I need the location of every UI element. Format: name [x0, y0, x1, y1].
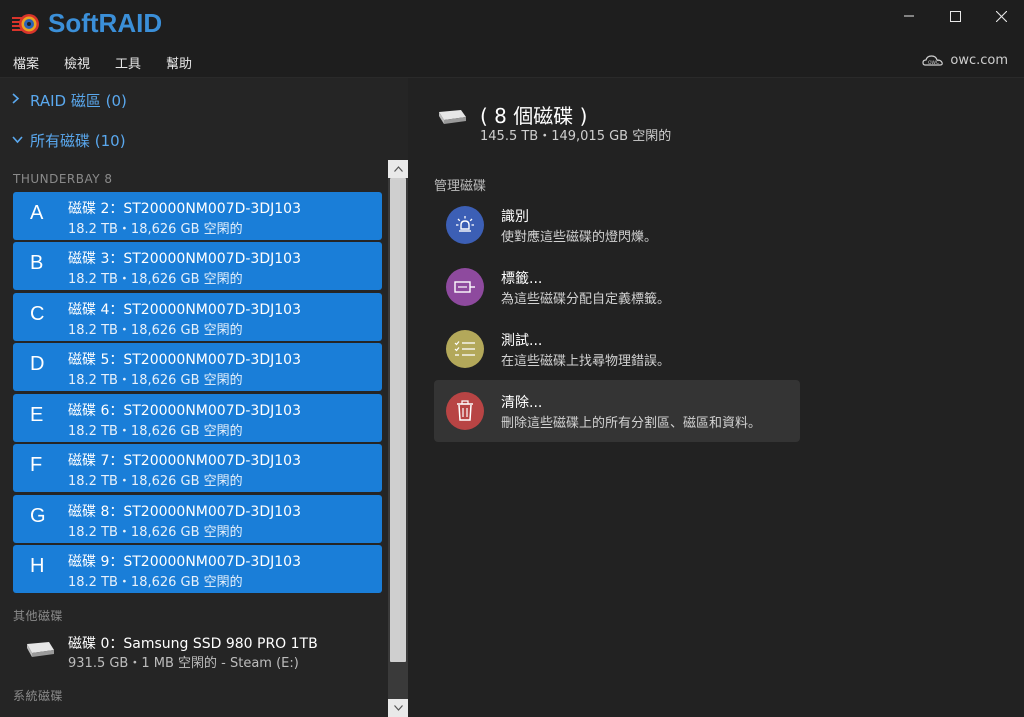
disk-detail: 931.5 GB・1 MB 空閑的 - Steam (E:) [68, 656, 299, 671]
disk-name: 磁碟 2：ST20000NM007D-3DJ103 [68, 201, 301, 217]
disk-name: 磁碟 8：ST20000NM007D-3DJ103 [68, 504, 301, 520]
menu-help[interactable]: 幫助 [166, 53, 192, 72]
disk-name: 磁碟 0：Samsung SSD 980 PRO 1TB [68, 636, 318, 652]
disk-bay-letter: H [30, 555, 45, 577]
action-description: 刪除這些磁碟上的所有分割區、磁區和資料。 [501, 416, 762, 431]
menu-bar: 檔案 檢視 工具 幫助 OWC owc.com [0, 44, 1024, 78]
disk-bay-letter: B [30, 252, 44, 274]
disk-name: 磁碟 3：ST20000NM007D-3DJ103 [68, 251, 301, 267]
disk-bay-letter: G [30, 505, 46, 527]
minimize-button[interactable] [886, 0, 932, 32]
owc-link[interactable]: OWC owc.com [922, 53, 1008, 68]
disk-item-e[interactable]: E 磁碟 6：ST20000NM007D-3DJ103 18.2 TB・18,6… [13, 394, 382, 442]
section-label: 管理磁碟 [434, 179, 487, 194]
action-title: 標籤... [501, 271, 543, 287]
page-subtitle: 145.5 TB・149,015 GB 空閑的 [480, 129, 672, 144]
svg-text:OWC: OWC [928, 60, 939, 66]
owc-logo-icon: OWC [922, 54, 944, 66]
disk-detail: 18.2 TB・18,626 GB 空閑的 [68, 222, 243, 237]
action-description: 為這些磁碟分配自定義標籤。 [501, 292, 671, 307]
menu-view[interactable]: 檢視 [64, 53, 90, 72]
system-disks-label: 系統磁碟 [13, 689, 64, 703]
tag-icon [446, 268, 484, 306]
disk-detail: 18.2 TB・18,626 GB 空閑的 [68, 474, 243, 489]
chevron-down-icon [12, 133, 23, 148]
disk-item-c[interactable]: C 磁碟 4：ST20000NM007D-3DJ103 18.2 TB・18,6… [13, 293, 382, 341]
close-icon [995, 10, 1007, 22]
test-action[interactable]: 測試... 在這些磁碟上找尋物理錯誤。 [434, 318, 800, 380]
action-title: 識別 [501, 209, 529, 225]
app-title: SoftRAID [48, 8, 163, 38]
title-bar: SoftRAID [0, 0, 1024, 44]
disk-bay-letter: C [30, 303, 45, 325]
erase-action[interactable]: 清除... 刪除這些磁碟上的所有分割區、磁區和資料。 [434, 380, 800, 442]
label-action[interactable]: 標籤... 為這些磁碟分配自定義標籤。 [434, 256, 800, 318]
app-logo: SoftRAID [12, 8, 162, 39]
checklist-icon [446, 330, 484, 368]
scroll-thumb[interactable] [390, 178, 406, 662]
chevron-right-icon [12, 93, 22, 108]
chevron-down-icon [393, 705, 403, 711]
minimize-icon [904, 15, 914, 17]
disk-item-d[interactable]: D 磁碟 5：ST20000NM007D-3DJ103 18.2 TB・18,6… [13, 343, 382, 391]
maximize-icon [949, 10, 961, 22]
raid-volumes-header[interactable]: RAID 磁區 (0) [12, 90, 127, 111]
disk-bay-letter: D [30, 353, 45, 375]
disk-item-g[interactable]: G 磁碟 8：ST20000NM007D-3DJ103 18.2 TB・18,6… [13, 495, 382, 543]
disk-name: 磁碟 5：ST20000NM007D-3DJ103 [68, 352, 301, 368]
disk-item-ssd[interactable]: 磁碟 0：Samsung SSD 980 PRO 1TB 931.5 GB・1 … [13, 628, 382, 674]
all-disks-label: 所有磁碟 (10) [30, 132, 126, 150]
disk-item-h[interactable]: H 磁碟 9：ST20000NM007D-3DJ103 18.2 TB・18,6… [13, 545, 382, 593]
sidebar-scrollbar[interactable] [388, 160, 408, 717]
disk-name: 磁碟 9：ST20000NM007D-3DJ103 [68, 554, 301, 570]
scroll-down-button[interactable] [388, 699, 408, 717]
disk-name: 磁碟 7：ST20000NM007D-3DJ103 [68, 453, 301, 469]
softraid-logo-icon [12, 11, 42, 37]
identify-action[interactable]: 識別 使對應這些磁碟的燈閃爍。 [434, 194, 800, 256]
trash-icon [446, 392, 484, 430]
action-title: 測試... [501, 333, 543, 349]
other-disks-label: 其他磁碟 [13, 609, 64, 623]
maximize-button[interactable] [932, 0, 978, 32]
disk-detail: 18.2 TB・18,626 GB 空閑的 [68, 424, 243, 439]
action-description: 使對應這些磁碟的燈閃爍。 [501, 230, 658, 245]
disk-name: 磁碟 4：ST20000NM007D-3DJ103 [68, 302, 301, 318]
raid-volumes-label: RAID 磁區 (0) [30, 92, 127, 110]
disk-name: 磁碟 6：ST20000NM007D-3DJ103 [68, 403, 301, 419]
disk-list: THUNDERBAY 8 A 磁碟 2：ST20000NM007D-3DJ103… [0, 160, 388, 717]
drive-icon [436, 108, 468, 130]
enclosure-label: THUNDERBAY 8 [13, 172, 113, 186]
disk-bay-letter: A [30, 202, 44, 224]
disk-detail: 18.2 TB・18,626 GB 空閑的 [68, 323, 243, 338]
disk-item-a[interactable]: A 磁碟 2：ST20000NM007D-3DJ103 18.2 TB・18,6… [13, 192, 382, 240]
disk-item-b[interactable]: B 磁碟 3：ST20000NM007D-3DJ103 18.2 TB・18,6… [13, 242, 382, 290]
sidebar: RAID 磁區 (0) 所有磁碟 (10) THUNDERBAY 8 A 磁碟 … [0, 78, 408, 717]
action-title: 清除... [501, 395, 543, 411]
drive-icon [23, 640, 55, 664]
disk-detail: 18.2 TB・18,626 GB 空閑的 [68, 373, 243, 388]
scroll-up-button[interactable] [388, 160, 408, 178]
disk-detail: 18.2 TB・18,626 GB 空閑的 [68, 272, 243, 287]
chevron-up-icon [393, 166, 403, 172]
action-description: 在這些磁碟上找尋物理錯誤。 [501, 354, 671, 369]
disk-item-f[interactable]: F 磁碟 7：ST20000NM007D-3DJ103 18.2 TB・18,6… [13, 444, 382, 492]
menu-file[interactable]: 檔案 [13, 53, 39, 72]
owc-link-label: owc.com [950, 53, 1008, 68]
all-disks-header[interactable]: 所有磁碟 (10) [12, 130, 126, 151]
window-controls [886, 0, 1024, 32]
disk-detail: 18.2 TB・18,626 GB 空閑的 [68, 525, 243, 540]
disk-bay-letter: E [30, 404, 44, 426]
disk-bay-letter: F [30, 454, 43, 476]
menu-tools[interactable]: 工具 [115, 53, 141, 72]
close-button[interactable] [978, 0, 1024, 32]
disk-detail: 18.2 TB・18,626 GB 空閑的 [68, 575, 243, 590]
details-pane: ( 8 個磁碟 ) 145.5 TB・149,015 GB 空閑的 管理磁碟 識… [408, 78, 1024, 717]
lightbulb-icon [446, 206, 484, 244]
